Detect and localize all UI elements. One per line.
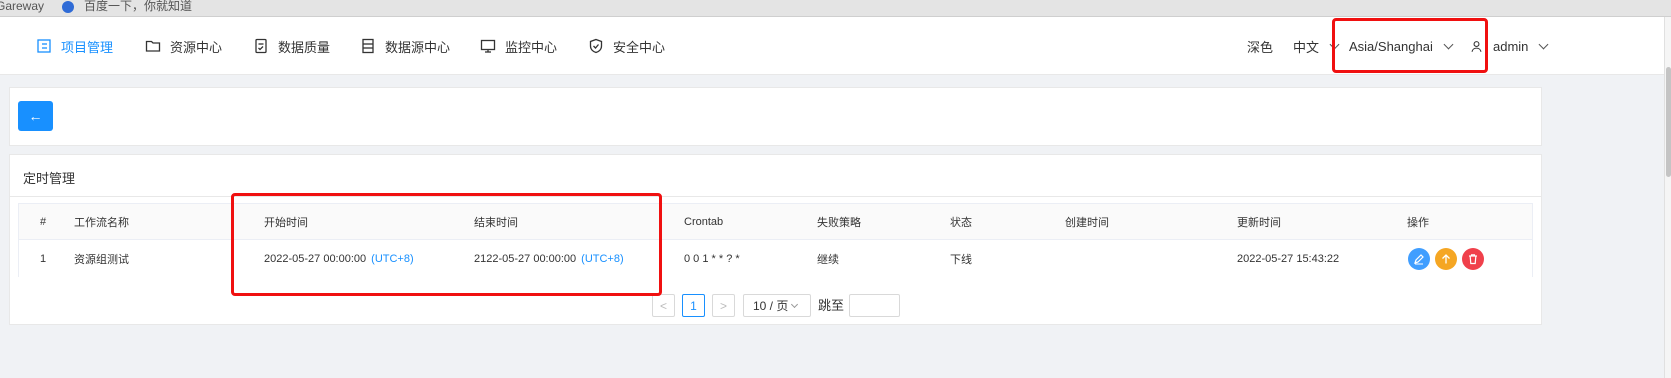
- col-create-time: 创建时间: [1065, 216, 1109, 229]
- row-index: 1: [40, 252, 47, 265]
- page-size-select[interactable]: 10 / 页: [743, 294, 811, 317]
- bookmarks-bar: Gareway 百度一下，你就知道: [0, 0, 1671, 17]
- nav-item-label: 监控中心: [505, 39, 558, 55]
- datasource-icon: [362, 38, 374, 54]
- nav-item-project[interactable]: 项目管理: [36, 17, 113, 75]
- jump-label: 跳至: [818, 298, 845, 313]
- row-workflow-name: 资源组测试: [74, 253, 129, 266]
- col-update-time: 更新时间: [1237, 216, 1281, 229]
- prev-page-button[interactable]: <: [652, 294, 675, 317]
- nav-item-quality[interactable]: 数据质量: [253, 17, 330, 75]
- nav-item-label: 数据源中心: [385, 39, 451, 55]
- chevron-down-icon: [791, 300, 799, 308]
- page-title: 定时管理: [23, 171, 76, 186]
- top-nav: 项目管理 资源中心 数据质量 数据源中心 监控中心 安全中心 深色 中文 Asi…: [0, 17, 1664, 75]
- schedule-table: # 工作流名称 开始时间 结束时间 Crontab 失败策略 状态 创建时间 更…: [18, 203, 1533, 277]
- nav-item-label: 项目管理: [61, 39, 114, 55]
- nav-item-label: 数据质量: [278, 39, 331, 55]
- user-icon: [1471, 40, 1482, 52]
- col-workflow-name: 工作流名称: [74, 216, 129, 229]
- folder-icon: [145, 40, 161, 52]
- scrollbar-thumb[interactable]: [1666, 67, 1671, 177]
- language-label: 中文: [1293, 39, 1320, 55]
- table-header: # 工作流名称 开始时间 结束时间 Crontab 失败策略 状态 创建时间 更…: [19, 204, 1532, 240]
- online-button[interactable]: [1435, 247, 1457, 270]
- bookmark-gareway[interactable]: Gareway: [0, 0, 44, 13]
- back-bar: [9, 87, 1542, 146]
- theme-toggle[interactable]: 深色: [1247, 17, 1273, 75]
- baidu-icon: [62, 0, 74, 13]
- chevron-down-icon: [1538, 39, 1549, 49]
- project-icon: [37, 39, 51, 53]
- row-update-time: 2022-05-27 15:43:22: [1237, 252, 1340, 265]
- nav-item-datasource[interactable]: 数据源中心: [360, 17, 450, 75]
- arrow-left-icon: ←: [28, 108, 43, 124]
- nav-item-monitor[interactable]: 监控中心: [480, 17, 557, 75]
- row-status: 下线: [950, 253, 972, 266]
- col-start-time: 开始时间: [264, 216, 308, 229]
- monitor-icon: [480, 39, 496, 53]
- bookmark-baidu-label: 百度一下，你就知道: [84, 0, 193, 13]
- timezone-select[interactable]: Asia/Shanghai: [1349, 17, 1454, 75]
- col-crontab: Crontab: [684, 215, 724, 228]
- chevron-down-icon: [1443, 39, 1454, 49]
- row-operations: [1408, 240, 1489, 277]
- jump-input[interactable]: [849, 294, 900, 317]
- edit-button[interactable]: [1408, 247, 1430, 270]
- bookmark-baidu[interactable]: 百度一下，你就知道: [62, 0, 192, 13]
- col-failure-strategy: 失败策略: [817, 216, 861, 229]
- arrow-up-icon: [1442, 253, 1450, 263]
- page-1-button[interactable]: 1: [682, 294, 705, 317]
- chevron-down-icon: [1329, 39, 1340, 49]
- next-page-button[interactable]: >: [712, 294, 735, 317]
- back-button[interactable]: ←: [18, 101, 53, 131]
- trash-icon: [1469, 253, 1477, 264]
- nav-item-security[interactable]: 安全中心: [588, 17, 665, 75]
- end-time-value: 2122-05-27 00:00:00: [474, 252, 577, 265]
- col-operations: 操作: [1407, 216, 1429, 229]
- start-time-value: 2022-05-27 00:00:00: [264, 252, 367, 265]
- shield-icon: [589, 38, 603, 54]
- table-row: 1 资源组测试 2022-05-27 00:00:00 (UTC+8) 2122-…: [19, 240, 1532, 277]
- nav-item-label: 资源中心: [170, 39, 223, 55]
- timezone-label: Asia/Shanghai: [1349, 38, 1433, 54]
- row-crontab: 0 0 1 * * ? *: [684, 252, 740, 265]
- pencil-icon: [1414, 253, 1424, 264]
- user-menu[interactable]: admin: [1470, 17, 1549, 75]
- page-scrollbar[interactable]: [1664, 17, 1671, 378]
- title-divider: [9, 196, 1542, 197]
- user-name: admin: [1493, 38, 1529, 54]
- end-timezone: (UTC+8): [581, 252, 624, 265]
- language-select[interactable]: 中文: [1293, 17, 1340, 75]
- row-end-time: 2122-05-27 00:00:00 (UTC+8): [474, 240, 624, 277]
- nav-item-resource[interactable]: 资源中心: [145, 17, 222, 75]
- col-index: #: [40, 215, 47, 228]
- nav-item-label: 安全中心: [613, 39, 666, 55]
- start-timezone: (UTC+8): [371, 252, 414, 265]
- page-size-label: 10 / 页: [753, 299, 789, 313]
- delete-button[interactable]: [1462, 247, 1484, 270]
- row-start-time: 2022-05-27 00:00:00 (UTC+8): [264, 240, 414, 277]
- col-end-time: 结束时间: [474, 216, 518, 229]
- row-failure-strategy: 继续: [817, 253, 839, 266]
- quality-icon: [255, 38, 267, 54]
- col-status: 状态: [950, 216, 972, 229]
